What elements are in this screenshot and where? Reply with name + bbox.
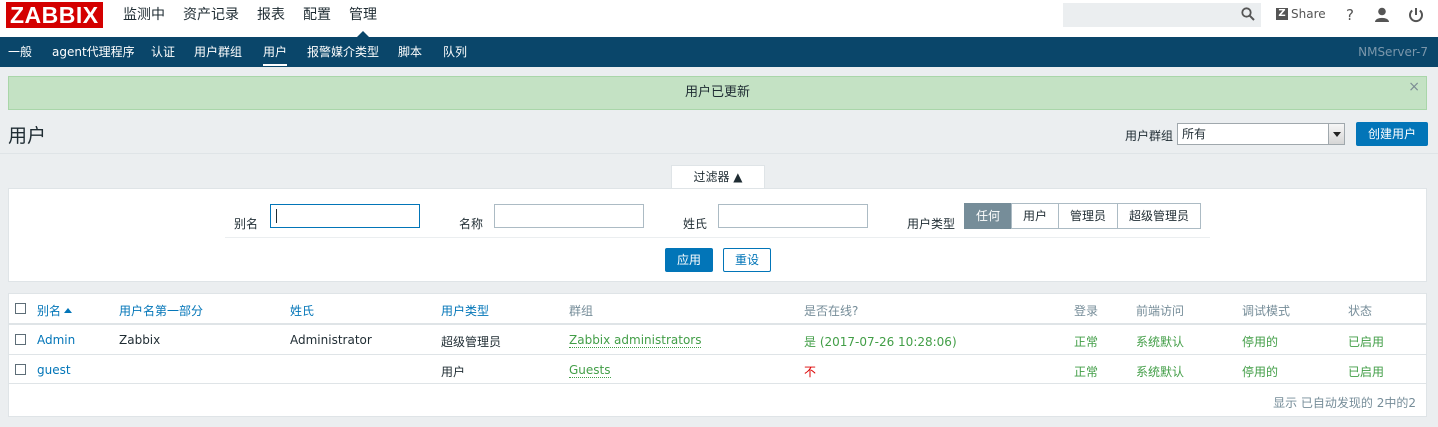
sub-navigation: 一般 agent代理程序 认证 用户群组 用户 报警媒介类型 脚本 队列 NMS… xyxy=(0,37,1438,67)
column-header-frontend-access: 前端访问 xyxy=(1136,304,1185,318)
menu-inventory[interactable]: 资产记录 xyxy=(174,0,248,37)
user-type-admin[interactable]: 管理员 xyxy=(1058,203,1119,229)
user-group-link[interactable]: Guests xyxy=(569,363,611,378)
search-icon[interactable] xyxy=(1241,7,1255,21)
row-checkbox-admin[interactable] xyxy=(15,334,26,345)
column-header-user-type[interactable]: 用户类型 xyxy=(441,302,489,319)
success-message: 用户已更新 × xyxy=(8,76,1427,110)
row-divider xyxy=(9,354,1426,355)
column-header-status: 状态 xyxy=(1348,304,1373,318)
user-type-any[interactable]: 任何 xyxy=(964,203,1013,229)
alias-label: 别名 xyxy=(234,217,259,231)
subnav-media-types[interactable]: 报警媒介类型 xyxy=(307,37,379,67)
name-label: 名称 xyxy=(459,217,484,231)
subnav-user-groups[interactable]: 用户群组 xyxy=(194,37,242,67)
subnav-proxies[interactable]: agent代理程序 xyxy=(52,37,135,67)
subnav-queue[interactable]: 队列 xyxy=(443,37,467,67)
user-group-link[interactable]: Zabbix administrators xyxy=(569,333,702,348)
name-input[interactable] xyxy=(494,204,644,228)
alias-input[interactable] xyxy=(270,204,420,228)
user-type: 用户 xyxy=(441,365,466,379)
user-type-user[interactable]: 用户 xyxy=(1011,203,1060,229)
user-online-status: 是 (2017-07-26 10:28:06) xyxy=(804,335,957,349)
column-header-debug-mode: 调试模式 xyxy=(1242,304,1291,318)
header-divider xyxy=(0,153,1438,154)
zabbix-logo[interactable]: ZABBIX xyxy=(6,2,103,28)
user-type-super-admin[interactable]: 超级管理员 xyxy=(1117,203,1202,229)
page-title: 用户 xyxy=(8,125,47,147)
user-status[interactable]: 已启用 xyxy=(1348,333,1384,350)
close-icon[interactable]: × xyxy=(1408,80,1420,94)
user-type: 超级管理员 xyxy=(441,335,502,349)
user-profile-icon[interactable] xyxy=(1373,6,1391,24)
column-header-login: 登录 xyxy=(1074,304,1099,318)
user-group-selected: 所有 xyxy=(1182,127,1207,141)
column-header-surname[interactable]: 姓氏 xyxy=(290,302,314,319)
surname-label: 姓氏 xyxy=(683,217,708,231)
column-header-alias[interactable]: 别名 xyxy=(37,302,73,319)
select-all-checkbox[interactable] xyxy=(15,303,26,314)
menu-administration[interactable]: 管理 xyxy=(340,0,386,37)
user-name: Zabbix xyxy=(119,333,161,347)
help-icon[interactable]: ? xyxy=(1341,6,1359,24)
user-surname: Administrator xyxy=(290,333,372,347)
user-type-label: 用户类型 xyxy=(907,217,956,231)
filter-toggle-tab[interactable]: 过滤器 ▲ xyxy=(671,165,765,189)
subnav-users[interactable]: 用户 xyxy=(263,37,288,67)
user-online-status: 不 xyxy=(804,365,817,379)
create-user-button[interactable]: 创建用户 xyxy=(1356,122,1428,146)
table-footer-count: 显示 已自动发现的 2中的2 xyxy=(1273,396,1416,410)
share-label: Share xyxy=(1291,7,1326,21)
column-header-name[interactable]: 用户名第一部分 xyxy=(119,302,203,319)
logout-icon[interactable] xyxy=(1407,6,1425,24)
subnav-authentication[interactable]: 认证 xyxy=(151,37,175,67)
zabbix-share-icon: Z xyxy=(1276,8,1288,20)
filter-panel: 别名 名称 姓氏 用户类型 任何 用户 管理员 超级管理员 应用 重设 xyxy=(8,188,1427,282)
server-name: NMServer-7 xyxy=(1358,45,1428,59)
text-cursor xyxy=(276,209,277,223)
users-table: 别名 用户名第一部分 姓氏 用户类型 群组 是否在线? 登录 前端访问 调试模式… xyxy=(8,293,1427,417)
user-group-select[interactable]: 所有 xyxy=(1177,123,1345,145)
user-login-status[interactable]: 正常 xyxy=(1074,333,1098,350)
menu-configuration[interactable]: 配置 xyxy=(294,0,340,37)
user-debug-mode[interactable]: 停用的 xyxy=(1242,363,1278,380)
user-type-radio-group: 任何 用户 管理员 超级管理员 xyxy=(964,203,1202,229)
user-groups-cell: Guests xyxy=(569,363,611,378)
row-checkbox-guest[interactable] xyxy=(15,364,26,375)
message-text: 用户已更新 xyxy=(684,85,750,100)
column-header-alias-label: 别名 xyxy=(37,304,62,318)
dropdown-arrow-icon[interactable] xyxy=(1328,124,1344,144)
surname-input[interactable] xyxy=(718,204,868,228)
user-alias-link[interactable]: Admin xyxy=(37,333,75,347)
column-header-groups: 群组 xyxy=(569,304,594,318)
main-menu: 监测中 资产记录 报表 配置 管理 xyxy=(114,0,386,37)
row-divider xyxy=(9,383,1426,384)
column-header-online: 是否在线? xyxy=(804,304,859,318)
menu-monitoring[interactable]: 监测中 xyxy=(114,0,174,37)
user-login-status[interactable]: 正常 xyxy=(1074,363,1098,380)
user-frontend-access[interactable]: 系统默认 xyxy=(1136,333,1184,350)
filter-divider xyxy=(225,237,1210,238)
apply-button[interactable]: 应用 xyxy=(665,248,713,272)
top-bar: ZABBIX 监测中 资产记录 报表 配置 管理 Z Share ? xyxy=(0,0,1438,37)
user-debug-mode[interactable]: 停用的 xyxy=(1242,333,1278,350)
subnav-scripts[interactable]: 脚本 xyxy=(398,37,422,67)
sort-ascending-icon xyxy=(64,308,73,313)
search-input[interactable] xyxy=(1063,3,1261,27)
user-group-label: 用户群组 xyxy=(1125,129,1174,143)
reset-button[interactable]: 重设 xyxy=(723,248,771,272)
user-groups-cell: Zabbix administrators xyxy=(569,333,702,348)
user-frontend-access[interactable]: 系统默认 xyxy=(1136,363,1184,380)
user-alias-link[interactable]: guest xyxy=(37,363,71,377)
header-divider-line xyxy=(9,323,1426,325)
subnav-general[interactable]: 一般 xyxy=(8,37,32,67)
menu-reports[interactable]: 报表 xyxy=(248,0,294,37)
share-button[interactable]: Z Share xyxy=(1276,7,1326,21)
user-status[interactable]: 已启用 xyxy=(1348,363,1384,380)
